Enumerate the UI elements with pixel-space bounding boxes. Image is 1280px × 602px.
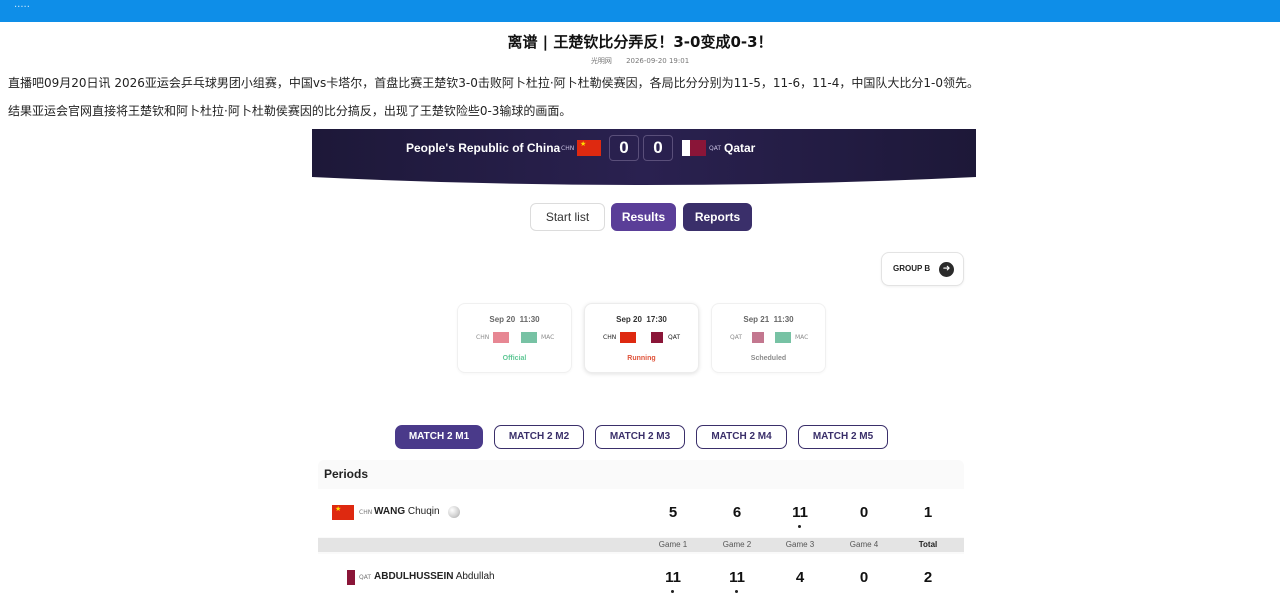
game-score-value: 11 bbox=[729, 569, 745, 586]
macau-flag-icon bbox=[775, 332, 791, 343]
total-label: Total bbox=[918, 540, 938, 549]
team-b-score: 0 bbox=[643, 135, 673, 161]
arrow-right-icon: ➜ bbox=[939, 262, 954, 277]
game-labels-row: Game 1 Game 2 Game 3 Game 4 Total bbox=[318, 538, 964, 552]
qatar-flag-icon bbox=[752, 332, 764, 343]
team-a-code: CHN bbox=[561, 145, 575, 152]
china-flag-icon bbox=[577, 140, 601, 156]
article-source: 光明网 bbox=[590, 57, 612, 65]
qatar-flag-icon bbox=[682, 140, 706, 156]
game-winner-dot bbox=[798, 525, 801, 528]
match-card-date: Sep 20 bbox=[489, 315, 516, 324]
match-card[interactable]: Sep 21 11:30 QAT MAC Scheduled bbox=[711, 303, 826, 373]
match-card-datetime: Sep 20 17:30 bbox=[585, 315, 698, 324]
game-score: 5 bbox=[668, 504, 678, 521]
match-card-time: 11:30 bbox=[773, 315, 794, 324]
site-logo[interactable]: ····· bbox=[14, 2, 70, 16]
game-score: 11 bbox=[658, 569, 688, 593]
game-label: Game 1 bbox=[658, 540, 688, 549]
player-surname: WANG bbox=[374, 506, 406, 517]
serve-ball-icon bbox=[448, 506, 460, 518]
player-row: CHN WANG Chuqin 5 6 11 0 1 bbox=[318, 489, 964, 537]
match-status: Running bbox=[627, 355, 656, 362]
team-b-code: QAT bbox=[709, 145, 722, 152]
tab-match-2-m5[interactable]: MATCH 2 M5 bbox=[798, 425, 888, 449]
total-score: 1 bbox=[923, 504, 933, 521]
tab-match-2-m3[interactable]: MATCH 2 M3 bbox=[595, 425, 685, 449]
periods-panel: Periods CHN WANG Chuqin 5 6 11 0 1 Game … bbox=[318, 460, 964, 602]
player-code: QAT bbox=[359, 574, 372, 581]
team-a-score: 0 bbox=[609, 135, 639, 161]
periods-title: Periods bbox=[324, 467, 369, 481]
qatar-flag-icon bbox=[339, 570, 355, 586]
macau-flag-icon bbox=[521, 332, 537, 343]
tab-start-list[interactable]: Start list bbox=[530, 203, 605, 231]
article-paragraph-2: 结果亚运会官网直接将王楚钦和阿卜杜拉·阿卜杜勒侯赛因的比分搞反，出现了王楚钦险些… bbox=[8, 104, 572, 118]
match-card-time: 17:30 bbox=[646, 315, 667, 324]
player-given-name: Abdullah bbox=[455, 571, 495, 582]
tab-match-2-m4[interactable]: MATCH 2 M4 bbox=[696, 425, 787, 449]
team-b-name: Qatar bbox=[724, 141, 756, 155]
match-card-time: 11:30 bbox=[519, 315, 540, 324]
group-b-button[interactable]: GROUP B ➜ bbox=[881, 252, 964, 286]
qatar-flag-icon bbox=[651, 332, 663, 343]
match-status: Scheduled bbox=[750, 355, 787, 362]
game-label: Game 2 bbox=[722, 540, 752, 549]
away-code: MAC bbox=[541, 334, 555, 341]
game-score-value: 11 bbox=[665, 569, 681, 586]
group-b-label: GROUP B bbox=[893, 264, 931, 273]
article-timestamp: 2026-09-20 19:01 bbox=[626, 57, 690, 65]
home-code: QAT bbox=[730, 334, 743, 341]
match-card-teams: CHN MAC bbox=[458, 332, 571, 344]
match-card-teams: QAT MAC bbox=[712, 332, 825, 344]
article-meta: 光明网 2026-09-20 19:01 bbox=[0, 56, 1280, 66]
game-label: Game 3 bbox=[785, 540, 815, 549]
player-row: QAT ABDULHUSSEIN Abdullah 11 11 4 0 2 bbox=[318, 554, 964, 602]
player-name: ABDULHUSSEIN Abdullah bbox=[374, 571, 495, 582]
game-score: 11 bbox=[785, 504, 815, 528]
match-card-date: Sep 20 bbox=[616, 315, 642, 324]
game-winner-dot bbox=[671, 590, 674, 593]
game-score: 4 bbox=[795, 569, 805, 586]
game-score: 6 bbox=[732, 504, 742, 521]
game-score-value: 11 bbox=[792, 504, 808, 521]
tab-match-2-m2[interactable]: MATCH 2 M2 bbox=[494, 425, 584, 449]
match-card-datetime: Sep 21 11:30 bbox=[712, 315, 825, 324]
tab-results[interactable]: Results bbox=[611, 203, 676, 231]
match-card-date: Sep 21 bbox=[743, 315, 770, 324]
china-flag-icon bbox=[493, 332, 509, 343]
game-score: 11 bbox=[722, 569, 752, 593]
china-flag-icon bbox=[620, 332, 636, 343]
team-a-name: People's Republic of China bbox=[406, 141, 561, 155]
game-label: Game 4 bbox=[849, 540, 879, 549]
tab-match-2-m1[interactable]: MATCH 2 M1 bbox=[395, 425, 483, 449]
game-score: 0 bbox=[859, 504, 869, 521]
player-name: WANG Chuqin bbox=[374, 506, 440, 517]
total-score: 2 bbox=[923, 569, 933, 586]
away-code: QAT bbox=[668, 334, 681, 341]
player-surname: ABDULHUSSEIN bbox=[374, 571, 454, 582]
article-paragraph-1: 直播吧09月20日讯 2026亚运会乒乓球男团小组赛，中国vs卡塔尔，首盘比赛王… bbox=[8, 76, 979, 90]
browser-top-bar: ····· bbox=[0, 0, 1280, 22]
away-code: MAC bbox=[795, 334, 809, 341]
home-code: CHN bbox=[476, 334, 490, 341]
article-title: 离谱 | 王楚钦比分弄反！3-0变成0-3！ bbox=[507, 33, 773, 51]
match-card-teams: CHN QAT bbox=[585, 332, 698, 344]
match-card[interactable]: Sep 20 11:30 CHN MAC Official bbox=[457, 303, 572, 373]
home-code: CHN bbox=[603, 334, 617, 341]
match-card[interactable]: Sep 20 17:30 CHN QAT Running bbox=[584, 303, 699, 373]
player-given-name: Chuqin bbox=[407, 506, 440, 517]
tab-reports[interactable]: Reports bbox=[683, 203, 752, 231]
match-status: Official bbox=[502, 355, 527, 362]
scoreboard-banner: People's Republic of China CHN 0 0 QAT Q… bbox=[312, 129, 976, 187]
player-code: CHN bbox=[359, 509, 373, 516]
match-card-datetime: Sep 20 11:30 bbox=[458, 315, 571, 324]
game-winner-dot bbox=[735, 590, 738, 593]
game-score: 0 bbox=[859, 569, 869, 586]
china-flag-icon bbox=[332, 505, 354, 520]
